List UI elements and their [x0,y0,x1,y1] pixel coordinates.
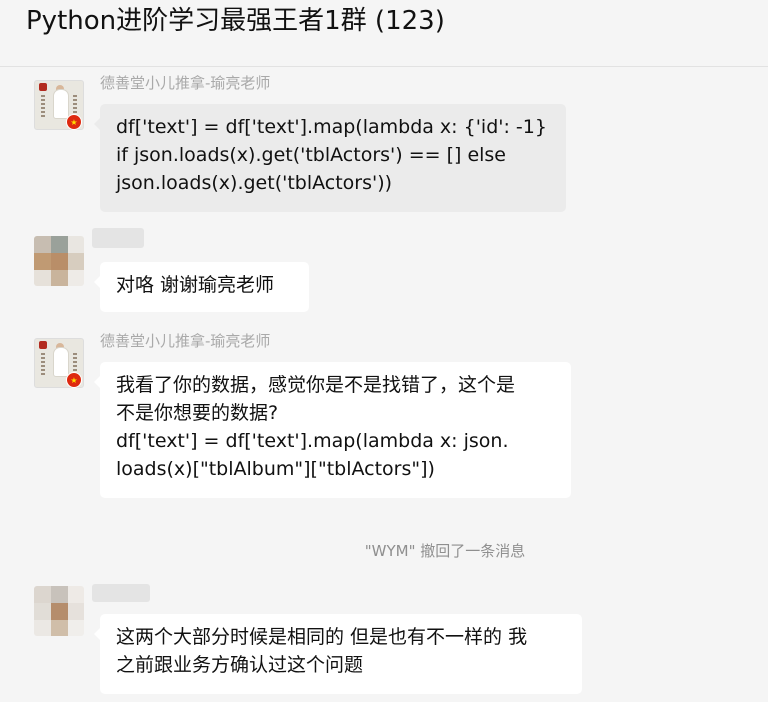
china-flag-icon: ★ [66,114,82,130]
message-bubble[interactable]: 我看了你的数据，感觉你是不是找错了，这个是 不是你想要的数据? df['text… [94,362,571,498]
message-bubble[interactable]: 对咯 谢谢瑜亮老师 [94,262,309,312]
avatar-text-icon [41,95,45,117]
more-options-icon[interactable]: ··· [710,0,726,7]
blurred-name [92,584,150,602]
message-line: 不是你想要的数据? [116,402,279,424]
message-line: 我看了你的数据，感觉你是不是找错了，这个是 [116,374,516,396]
brand-logo-icon [39,83,47,91]
message-line: if json.loads(x).get('tblActors') == [] … [116,144,507,166]
message-bubble[interactable]: df['text'] = df['text'].map(lambda x: {'… [94,104,566,212]
message-line: df['text'] = df['text'].map(lambda x: {'… [116,116,547,138]
china-flag-icon: ★ [66,372,82,388]
sender-name: 德善堂小儿推拿-瑜亮老师 [100,74,271,92]
chat-header: Python进阶学习最强王者1群 (123) ··· [0,0,768,67]
message-line: 之前跟业务方确认过这个问题 [116,654,364,676]
avatar-blurred[interactable] [34,236,84,286]
person-body-icon [53,347,69,377]
chat-title: Python进阶学习最强王者1群 (123) [26,6,445,36]
message-line: 对咯 谢谢瑜亮老师 [116,274,275,296]
message-line: df['text'] = df['text'].map(lambda x: js… [116,430,509,452]
person-body-icon [53,89,69,119]
brand-logo-icon [39,341,47,349]
sender-name: 德善堂小儿推拿-瑜亮老师 [100,332,271,350]
avatar-blurred[interactable] [34,586,84,636]
message-bubble[interactable]: 这两个大部分时候是相同的 但是也有不一样的 我 之前跟业务方确认过这个问题 [94,614,582,694]
blurred-name [92,228,144,248]
message-line: json.loads(x).get('tblActors')) [116,172,393,194]
message-line: loads(x)["tblAlbum"]["tblActors"]) [116,458,435,480]
recall-notice: "WYM" 撤回了一条消息 [364,542,526,560]
avatar-text-icon [41,353,45,375]
message-line: 这两个大部分时候是相同的 但是也有不一样的 我 [116,626,528,648]
